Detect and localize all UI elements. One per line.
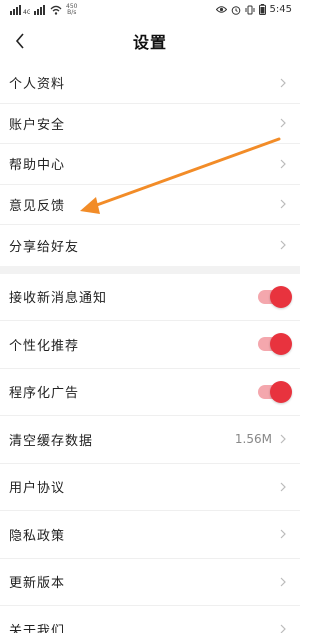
network-speed-unit: B/s xyxy=(67,8,77,16)
status-time: 5:45 xyxy=(269,4,292,15)
settings-row-notifications: 接收新消息通知 xyxy=(0,274,300,321)
settings-group-2: 接收新消息通知 个性化推荐 程序化广告 清空缓存数据 1.56M 用户协议 隐私… xyxy=(0,273,300,633)
settings-row-privacy-policy[interactable]: 隐私政策 xyxy=(0,511,300,559)
row-label: 用户协议 xyxy=(9,481,66,497)
settings-row-about-us[interactable]: 关于我们 xyxy=(0,606,300,633)
signal-icon: 4G xyxy=(10,4,30,15)
row-label: 程序化广告 xyxy=(9,386,80,402)
back-arrow-icon xyxy=(15,33,24,49)
status-right: 5:45 xyxy=(215,4,292,15)
row-label: 意见反馈 xyxy=(9,198,66,214)
row-label: 更新版本 xyxy=(9,576,66,592)
row-label: 隐私政策 xyxy=(9,528,66,544)
status-left: 4G 450 B/s xyxy=(10,3,77,16)
settings-row-share[interactable]: 分享给好友 xyxy=(0,225,300,266)
row-right: 1.56M xyxy=(235,432,288,446)
wifi-icon xyxy=(50,5,62,15)
page-title: 设置 xyxy=(132,33,167,52)
settings-row-user-agreement[interactable]: 用户协议 xyxy=(0,464,300,511)
chevron-right-icon xyxy=(278,238,288,252)
settings-row-personalized: 个性化推荐 xyxy=(0,321,300,369)
settings-row-help-center[interactable]: 帮助中心 xyxy=(0,144,300,185)
svg-text:4G: 4G xyxy=(23,9,30,15)
settings-row-update-version[interactable]: 更新版本 xyxy=(0,559,300,606)
network-speed: 450 B/s xyxy=(66,3,77,16)
row-label: 个性化推荐 xyxy=(9,338,80,354)
signal-icon-2 xyxy=(34,4,45,15)
section-divider xyxy=(0,265,300,274)
row-label: 账户安全 xyxy=(9,117,66,133)
back-button[interactable] xyxy=(6,19,34,63)
settings-row-programmatic-ads: 程序化广告 xyxy=(0,369,300,416)
chevron-right-icon xyxy=(278,157,288,171)
chevron-right-icon xyxy=(278,480,288,494)
row-label: 分享给好友 xyxy=(9,239,80,255)
row-label: 个人资料 xyxy=(9,77,66,93)
programmatic-ads-toggle[interactable] xyxy=(258,380,292,403)
chevron-right-icon xyxy=(278,622,288,633)
row-label: 接收新消息通知 xyxy=(9,291,108,307)
eye-icon xyxy=(215,6,227,13)
chevron-right-icon xyxy=(278,116,288,130)
chevron-right-icon xyxy=(278,527,288,541)
settings-row-profile[interactable]: 个人资料 xyxy=(0,63,300,104)
row-label: 关于我们 xyxy=(9,623,66,633)
toggle-knob xyxy=(270,380,292,403)
chevron-right-icon xyxy=(278,197,288,211)
cache-size: 1.56M xyxy=(234,432,272,447)
battery-icon xyxy=(258,4,266,15)
personalized-toggle[interactable] xyxy=(258,333,292,356)
chevron-right-icon xyxy=(278,76,288,90)
settings-row-feedback[interactable]: 意见反馈 xyxy=(0,185,300,225)
row-label: 帮助中心 xyxy=(9,158,66,174)
row-label: 清空缓存数据 xyxy=(9,433,94,449)
settings-row-clear-cache[interactable]: 清空缓存数据 1.56M xyxy=(0,416,300,464)
chevron-right-icon xyxy=(278,432,288,446)
chevron-right-icon xyxy=(278,575,288,589)
settings-row-account-security[interactable]: 账户安全 xyxy=(0,104,300,144)
vibrate-icon xyxy=(245,5,255,14)
settings-group-1: 个人资料 账户安全 帮助中心 意见反馈 分享给好友 xyxy=(0,63,300,266)
notifications-toggle[interactable] xyxy=(258,285,292,308)
toggle-knob xyxy=(270,285,292,308)
nav-bar: 设置 xyxy=(0,19,300,63)
alarm-icon xyxy=(231,5,240,15)
toggle-knob xyxy=(270,333,292,356)
status-bar: 4G 450 B/s 5:45 xyxy=(0,0,300,19)
